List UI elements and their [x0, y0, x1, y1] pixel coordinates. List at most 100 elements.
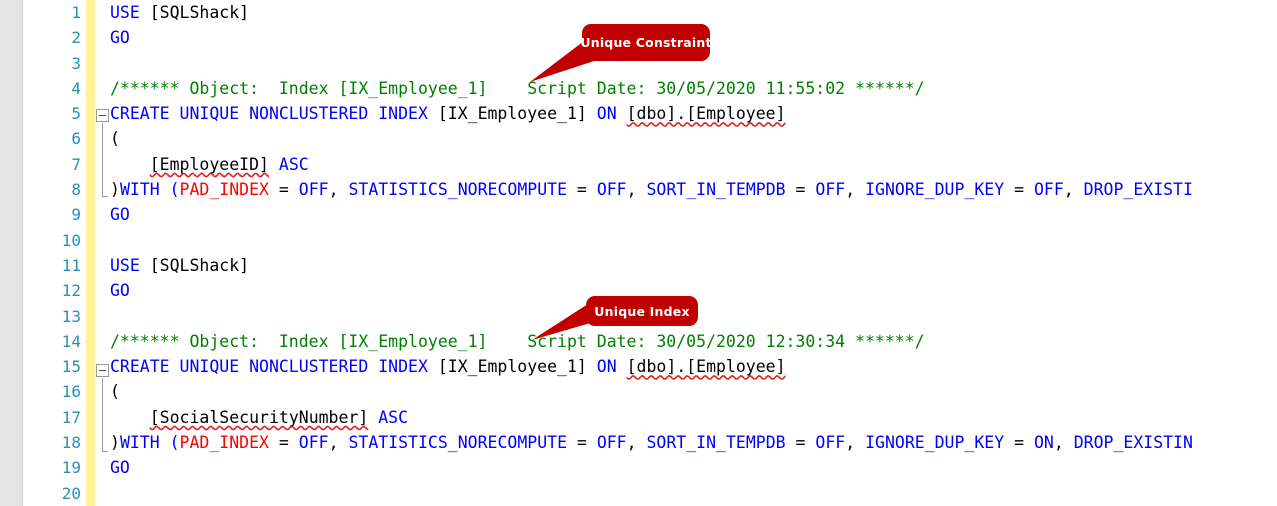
code-token: =	[567, 180, 597, 200]
line-text[interactable]: CREATE UNIQUE NONCLUSTERED INDEX [IX_Emp…	[110, 354, 786, 379]
code-token: [SQLShack]	[149, 255, 250, 275]
line-number: 12	[61, 281, 81, 301]
code-token: SORT_IN_TEMPDB	[646, 433, 786, 453]
code-line[interactable]: 5 CREATE UNIQUE NONCLUSTERED INDEX [IX_Em…	[0, 101, 1277, 126]
code-token: IGNORE_DUP_KEY	[865, 433, 1005, 453]
collapse-toggle-block-2[interactable]	[96, 364, 109, 377]
code-token: [dbo].[Employee]	[626, 104, 786, 124]
code-line[interactable]: 20	[0, 481, 1277, 506]
code-token: STATISTICS_NORECOMPUTE	[348, 180, 567, 200]
code-token: =	[1004, 433, 1034, 453]
code-line[interactable]: 19 GO	[0, 455, 1277, 480]
code-token: ,	[1053, 433, 1074, 453]
line-number: 3	[71, 53, 81, 73]
code-token: ,	[1063, 180, 1084, 200]
code-token: =	[567, 433, 597, 453]
code-line[interactable]: 18 )WITH (PAD_INDEX = OFF, STATISTICS_NOR…	[0, 430, 1277, 455]
line-number: 1	[71, 3, 81, 22]
outlining-bracket-block-1	[102, 123, 103, 196]
line-number: 2	[71, 28, 81, 48]
code-line[interactable]: 11 USE [SQLShack]	[0, 253, 1277, 278]
code-line[interactable]: 8 )WITH (PAD_INDEX = OFF, STATISTICS_NORE…	[0, 177, 1277, 202]
line-text[interactable]: CREATE UNIQUE NONCLUSTERED INDEX [IX_Emp…	[110, 101, 786, 126]
code-line[interactable]: 7 [EmployeeID] ASC	[0, 152, 1277, 177]
code-line[interactable]: 9 GO	[0, 202, 1277, 227]
line-text[interactable]: (	[110, 379, 120, 404]
code-token: OFF	[1033, 180, 1064, 200]
code-token: )	[110, 433, 120, 453]
line-number: 16	[61, 382, 81, 402]
code-token: DROP_EXISTI	[1083, 180, 1193, 200]
line-text[interactable]: GO	[110, 455, 130, 480]
line-text[interactable]: )WITH (PAD_INDEX = OFF, STATISTICS_NOREC…	[110, 430, 1193, 455]
code-token: =	[785, 433, 816, 453]
line-text[interactable]: [SocialSecurityNumber] ASC	[110, 405, 408, 430]
code-token: GO	[110, 281, 130, 301]
code-token: OFF	[815, 180, 846, 200]
code-token: ASC	[378, 407, 409, 427]
collapse-toggle-block-1[interactable]	[96, 109, 109, 122]
code-token: ,	[845, 180, 866, 200]
code-line[interactable]: 1 USE [SQLShack]	[0, 0, 1277, 25]
line-text[interactable]: [EmployeeID] ASC	[110, 152, 309, 177]
code-token: GO	[110, 458, 130, 478]
line-text[interactable]: USE [SQLShack]	[110, 253, 249, 278]
code-token: [SQLShack]	[149, 3, 250, 22]
line-text[interactable]: (	[110, 126, 120, 151]
line-number: 10	[61, 230, 81, 250]
code-token: ,	[845, 433, 866, 453]
code-token: OFF	[596, 433, 627, 453]
line-number: 8	[71, 180, 81, 200]
line-number: 6	[71, 129, 81, 149]
code-line[interactable]: 15 CREATE UNIQUE NONCLUSTERED INDEX [IX_E…	[0, 354, 1277, 379]
line-number: 18	[61, 433, 81, 453]
code-line[interactable]: 6(	[0, 126, 1277, 151]
code-token: =	[1004, 180, 1034, 200]
line-text[interactable]: GO	[110, 278, 130, 303]
sql-script-editor: 1 USE [SQLShack] 2 GO 3 4/****** Object: Inde…	[0, 0, 1277, 506]
line-number: 5	[71, 104, 81, 124]
code-token: ,	[328, 433, 349, 453]
line-text[interactable]: )WITH (PAD_INDEX = OFF, STATISTICS_NOREC…	[110, 177, 1193, 202]
code-token: =	[785, 180, 816, 200]
code-token: CREATE UNIQUE NONCLUSTERED INDEX	[110, 357, 438, 377]
line-text[interactable]: GO	[110, 202, 130, 227]
code-token: ON	[596, 357, 627, 377]
line-number: 7	[71, 154, 81, 174]
code-line[interactable]: 17 [SocialSecurityNumber] ASC	[0, 405, 1277, 430]
line-text[interactable]: GO	[110, 25, 130, 50]
code-token: IGNORE_DUP_KEY	[865, 180, 1005, 200]
line-number: 9	[71, 205, 81, 225]
annotation-bubble-2: Unique Index	[586, 296, 698, 326]
code-line[interactable]: 10	[0, 228, 1277, 253]
line-number: 15	[61, 357, 81, 377]
code-token: GO	[110, 205, 130, 225]
outlining-bracket-foot-block-1	[102, 196, 108, 197]
code-token: [IX_Employee_1]	[437, 104, 597, 124]
line-number: 19	[61, 458, 81, 478]
code-token: [EmployeeID]	[149, 154, 269, 174]
outlining-bracket-block-2	[102, 378, 103, 451]
line-text[interactable]: USE [SQLShack]	[110, 0, 249, 25]
code-token: STATISTICS_NORECOMPUTE	[348, 433, 567, 453]
code-token: [SocialSecurityNumber]	[149, 407, 369, 427]
code-token: USE	[110, 3, 150, 22]
code-token: OFF	[815, 433, 846, 453]
line-number: 13	[61, 306, 81, 326]
code-token: DROP_EXISTIN	[1073, 433, 1193, 453]
code-line[interactable]: 16 (	[0, 379, 1277, 404]
line-number: 17	[61, 407, 81, 427]
code-token: )	[110, 180, 120, 200]
code-token: WITH (	[119, 433, 180, 453]
code-token: OFF	[298, 180, 329, 200]
line-number: 4	[71, 78, 81, 98]
code-token: GO	[110, 28, 130, 48]
code-token: OFF	[298, 433, 329, 453]
code-token: CREATE UNIQUE NONCLUSTERED INDEX	[110, 104, 438, 124]
code-token: ASC	[278, 154, 309, 174]
line-number: 20	[61, 483, 81, 503]
code-token: =	[268, 180, 299, 200]
code-token: (	[110, 382, 120, 402]
